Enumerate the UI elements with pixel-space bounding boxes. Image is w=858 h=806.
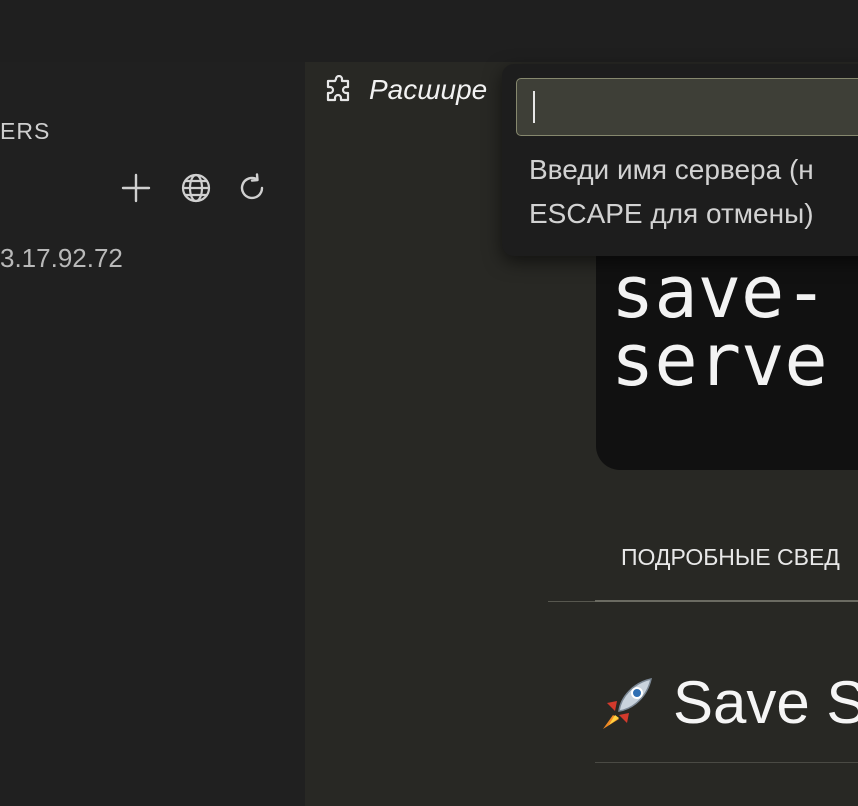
readme-title-text: Save S xyxy=(673,669,858,736)
rocket-icon xyxy=(603,677,652,729)
message-line-1: Введи имя сервера (н xyxy=(529,154,814,185)
globe-button[interactable] xyxy=(178,170,214,206)
readme-heading: Save S xyxy=(595,668,858,737)
globe-icon xyxy=(181,173,211,203)
tab-label: Расшире xyxy=(369,74,488,105)
title-bar xyxy=(0,0,858,62)
text-caret xyxy=(533,91,535,123)
heading-divider xyxy=(595,762,858,763)
extensions-icon xyxy=(325,74,357,106)
logo-text: save- serve xyxy=(611,256,828,396)
plus-icon xyxy=(121,173,151,203)
refresh-icon xyxy=(240,173,264,200)
tab-extensions[interactable]: Расшире xyxy=(305,62,487,118)
logo-line-2: serve xyxy=(611,318,828,402)
server-name-input[interactable] xyxy=(516,78,858,136)
server-list-item[interactable]: 3.17.92.72 xyxy=(0,243,123,274)
add-server-button[interactable] xyxy=(118,170,154,206)
quick-input-message: Введи имя сервера (н ESCAPE для отмены) xyxy=(529,148,858,236)
active-tab-underline xyxy=(595,600,858,602)
message-line-2: ESCAPE для отмены) xyxy=(529,198,814,229)
refresh-button[interactable] xyxy=(234,170,270,206)
tab-details[interactable]: ПОДРОБНЫЕ СВЕД xyxy=(621,544,840,571)
extension-logo: save- serve xyxy=(596,222,858,470)
quick-input-widget: Введи имя сервера (н ESCAPE для отмены) xyxy=(502,64,858,256)
sidebar-section-title: ERS xyxy=(0,118,51,144)
